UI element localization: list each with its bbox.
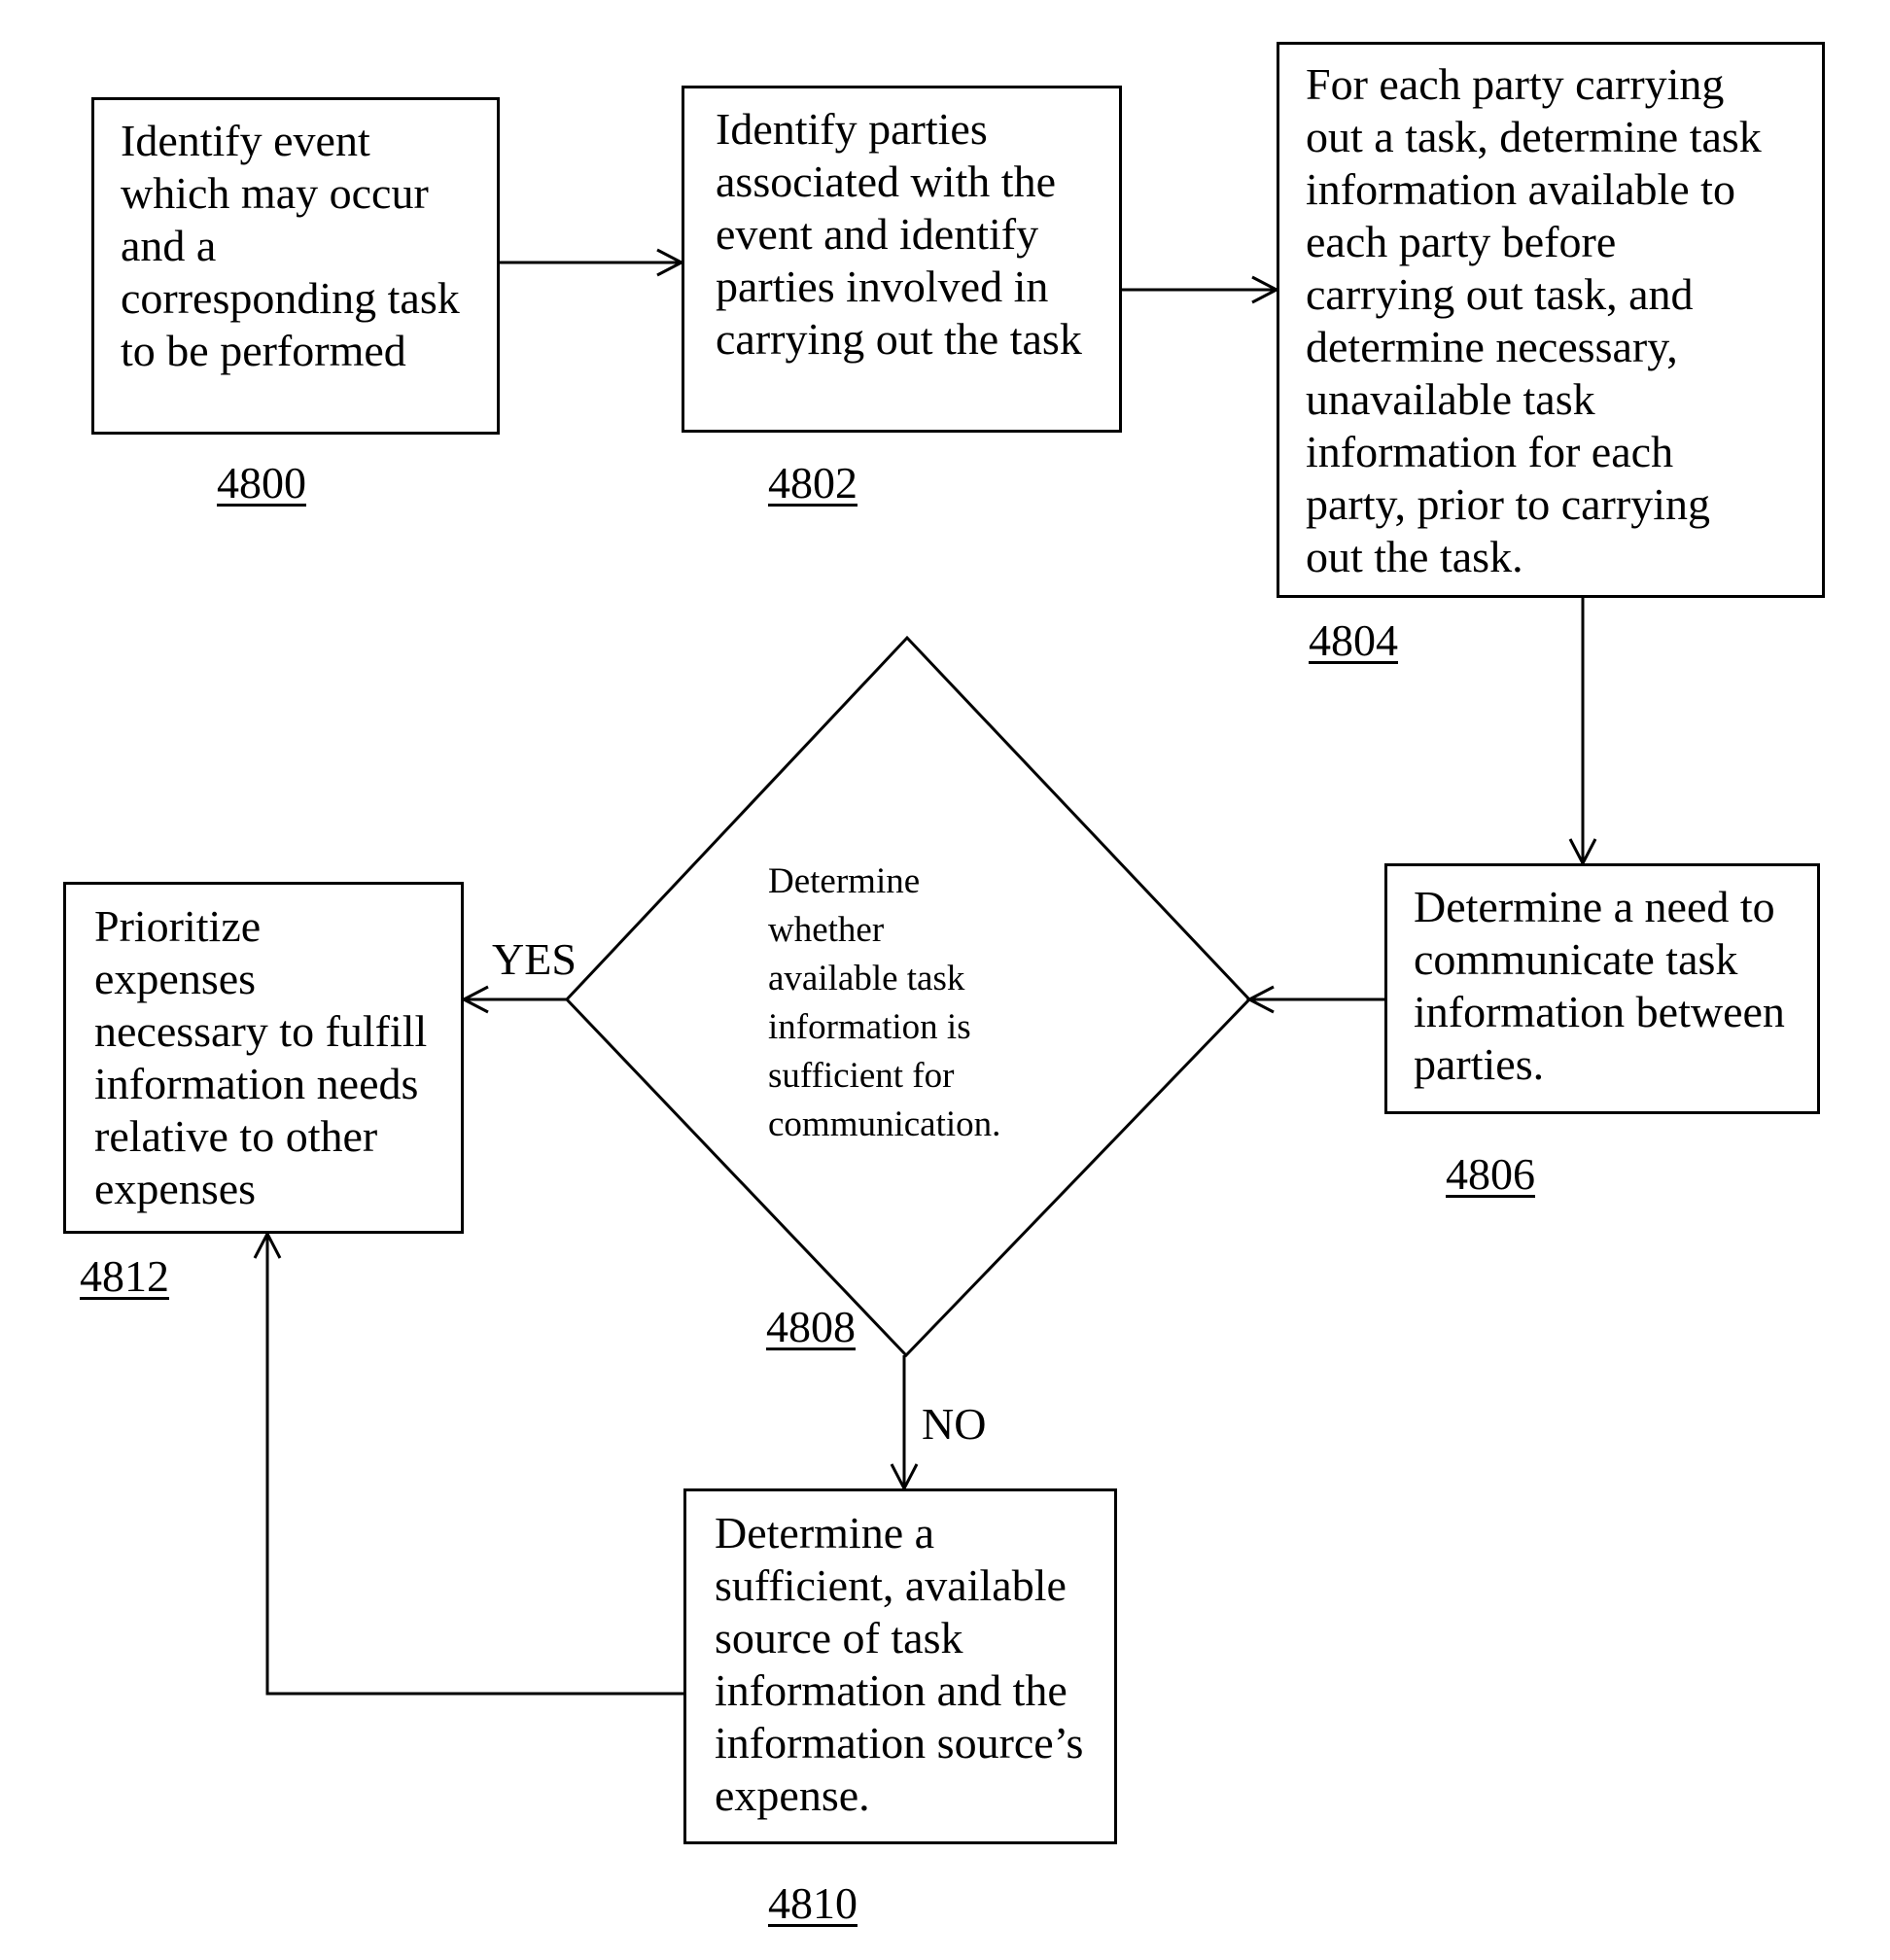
arrow-no-4808-to-4810	[890, 1355, 919, 1492]
ref-label-4804: 4804	[1309, 615, 1398, 665]
branch-label-no: NO	[922, 1399, 987, 1449]
branch-label-yes: YES	[492, 934, 577, 984]
ref-label-4810: 4810	[768, 1878, 858, 1928]
ref-label-4808: 4808	[766, 1302, 856, 1351]
arrow-4810-to-4812	[253, 1230, 683, 1696]
arrow-4806-to-4808	[1245, 985, 1384, 1014]
step-text-4806: Determine a need to communicate task inf…	[1414, 882, 1785, 1089]
ref-label-4800: 4800	[217, 458, 306, 508]
arrow-yes-4808-to-4812	[460, 985, 567, 1014]
ref-label-4802: 4802	[768, 458, 858, 508]
decision-text-4808: Determine whether available task informa…	[768, 861, 1001, 1144]
ref-label-4806: 4806	[1446, 1149, 1535, 1199]
arrow-4800-to-4802	[500, 248, 685, 277]
step-text-4802: Identify parties associated with the eve…	[716, 104, 1082, 364]
arrow-4802-to-4804	[1122, 275, 1280, 304]
arrow-4804-to-4806	[1568, 598, 1597, 867]
step-text-4810: Determine a sufficient, available source…	[715, 1508, 1084, 1820]
step-text-4804: For each party carrying out a task, dete…	[1306, 59, 1762, 581]
ref-label-4812: 4812	[80, 1251, 169, 1301]
step-text-4812: Prioritize expenses necessary to fulfill…	[94, 901, 428, 1213]
flowchart: Identify event which may occur and a cor…	[0, 0, 1890, 1960]
step-text-4800: Identify event which may occur and a cor…	[121, 116, 460, 375]
